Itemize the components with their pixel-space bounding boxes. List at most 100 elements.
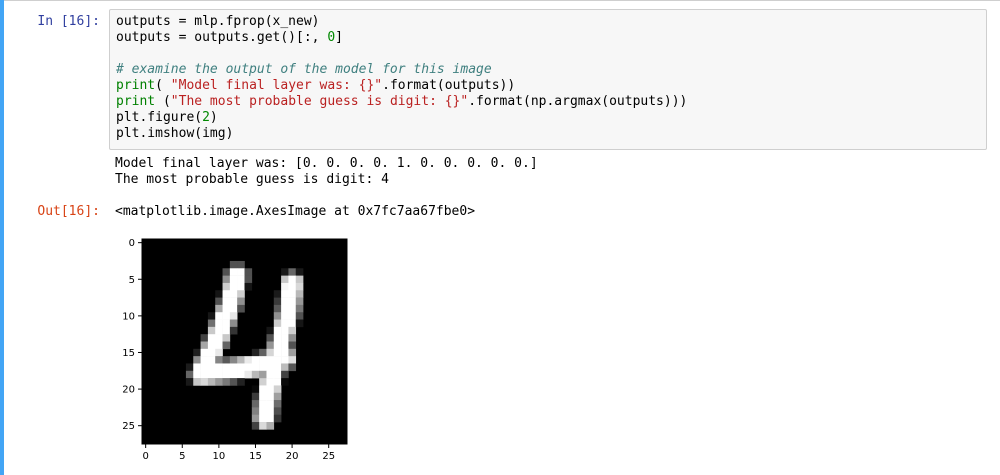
image-pixel [237, 356, 245, 364]
image-pixel [281, 282, 289, 291]
image-pixel [207, 312, 216, 320]
image-pixel [244, 275, 253, 284]
image-pixel [259, 363, 267, 372]
image-pixel [259, 378, 267, 386]
image-pixel [207, 348, 216, 357]
image-pixel [222, 297, 231, 306]
image-pixel [215, 356, 223, 364]
image-pixel [222, 341, 231, 350]
image-pixel [251, 370, 260, 379]
image-pixel [273, 304, 282, 313]
image-pixel [207, 319, 216, 328]
image-pixel [273, 363, 282, 372]
image-pixel [273, 297, 282, 306]
image-pixel [215, 363, 223, 372]
image-pixel [207, 378, 216, 386]
image-pixel [200, 334, 209, 342]
image-pixel [266, 348, 275, 357]
image-pixel [259, 392, 267, 401]
image-pixel [273, 378, 282, 386]
image-pixel [266, 334, 275, 342]
image-pixel [200, 348, 209, 357]
image-pixel [215, 341, 223, 350]
image-pixel [281, 341, 289, 350]
code-editor[interactable]: outputs = mlp.fprop(x_new) outputs = out… [116, 14, 687, 142]
stdout-line-1: Model final layer was: [0. 0. 0. 0. 1. 0… [115, 156, 538, 171]
image-pixel [266, 422, 275, 430]
x-tick-label: 0 [142, 451, 148, 462]
image-pixel [273, 312, 282, 320]
image-pixel [266, 414, 275, 423]
image-pixel [200, 363, 209, 372]
image-pixel [185, 363, 194, 372]
code-line-2-text: outputs = outputs.get()[:, 0] [116, 30, 343, 45]
image-pixel [244, 370, 253, 379]
image-pixel [193, 363, 201, 372]
image-pixel [200, 341, 209, 350]
image-pixel [288, 275, 297, 284]
image-pixel [229, 282, 238, 291]
image-pixel [281, 378, 289, 386]
image-pixel [266, 356, 275, 364]
image-pixel [193, 356, 201, 364]
code-line-1-text: outputs = mlp.fprop(x_new) [116, 14, 320, 29]
image-pixel [222, 282, 231, 291]
image-pixel [288, 334, 297, 342]
image-pixel [259, 400, 267, 408]
image-pixel [251, 414, 260, 423]
image-pixel [251, 407, 260, 416]
image-pixel [200, 370, 209, 379]
image-pixel [288, 326, 297, 335]
image-pixel [295, 268, 304, 276]
code-line-7: plt.figure(2) [116, 110, 218, 125]
image-pixel [266, 378, 275, 386]
image-pixel [193, 348, 201, 357]
image-pixel [229, 275, 238, 284]
x-tick-label: 25 [322, 451, 335, 462]
image-pixel [251, 400, 260, 408]
y-tick-label: 0 [129, 238, 135, 249]
image-pixel [259, 414, 267, 423]
image-pixel [207, 341, 216, 350]
code-line-6: print ("The most probable guess is digit… [116, 94, 688, 109]
y-tick-label: 20 [122, 385, 135, 396]
code-comment-line: # examine the output of the model for th… [116, 62, 492, 77]
image-pixel [200, 378, 209, 386]
code-line-1: outputs = mlp.fprop(x_new) [116, 14, 320, 29]
code-line-5: print( "Model final layer was: {}".forma… [116, 78, 516, 93]
output-repr: <matplotlib.image.AxesImage at 0x7fc7aa6… [115, 204, 476, 219]
image-pixel [259, 385, 267, 394]
image-pixel [207, 334, 216, 342]
image-pixel [288, 363, 297, 372]
image-pixel [288, 304, 297, 313]
image-pixel [295, 282, 304, 291]
code-line-8: plt.imshow(img) [116, 126, 234, 141]
digit-image [142, 239, 347, 444]
image-pixel [229, 319, 238, 328]
stdout-output: Model final layer was: [0. 0. 0. 0. 1. 0… [115, 156, 538, 188]
image-pixel [273, 326, 282, 335]
image-pixel [185, 378, 194, 386]
image-pixel [215, 319, 223, 328]
figure-svg: 0 0 5 5 10 10 15 15 20 20 25 25 [122, 238, 348, 462]
image-pixel [259, 422, 267, 430]
y-tick-label: 15 [122, 348, 135, 359]
image-pixel [259, 407, 267, 416]
image-pixel [281, 356, 289, 364]
image-pixel [266, 385, 275, 394]
code-input-area[interactable]: outputs = mlp.fprop(x_new) outputs = out… [109, 9, 987, 150]
image-pixel [237, 363, 245, 372]
image-pixel [288, 356, 297, 364]
image-pixel [237, 268, 245, 276]
image-pixel [237, 304, 245, 313]
image-pixel [273, 341, 282, 350]
image-pixel [266, 326, 275, 335]
image-pixel [251, 363, 260, 372]
image-pixel [215, 326, 223, 335]
image-pixel [273, 319, 282, 328]
code-line-2: outputs = outputs.get()[:, 0] [116, 30, 343, 45]
image-pixel [215, 334, 223, 342]
image-pixel [229, 268, 238, 276]
image-pixel [207, 356, 216, 364]
image-pixel [288, 348, 297, 357]
